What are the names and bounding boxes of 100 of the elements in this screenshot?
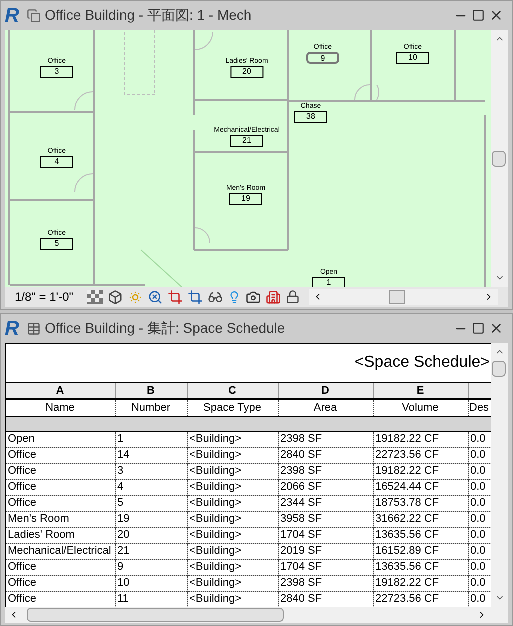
table-cell: 9 [115,559,187,575]
table-cell: 21 [115,543,187,559]
scroll-thumb[interactable] [492,361,506,377]
horizontal-scrollbar[interactable] [308,289,498,305]
table-cell: <Building> [187,575,278,591]
table-cell: 4 [115,479,187,495]
table-cell: Ladies' Room [6,527,115,543]
room-number-tag[interactable]: 5 [40,238,74,250]
column-header[interactable]: Area [278,399,373,416]
table-cell: Office [6,575,115,591]
room-number-tag[interactable]: 4 [40,156,74,168]
room-number-tag[interactable]: 38 [294,111,328,123]
room-number-tag[interactable]: 1 [312,277,346,287]
room-number-tag[interactable]: 21 [230,135,264,147]
table-cell: 5 [115,495,187,511]
table-cell: Mechanical/Electrical [6,543,115,559]
horizontal-scrollbar[interactable] [5,607,508,623]
table-cell: 3958 SF [278,511,373,527]
crop-icon[interactable] [168,290,183,304]
table-cell: 3 [115,463,187,479]
building-icon[interactable] [266,290,281,304]
column-letter[interactable]: B [115,383,187,399]
close-icon[interactable] [489,321,504,336]
column-header[interactable]: Space Type [187,399,278,416]
table-cell: 1704 SF [278,559,373,575]
table-cell: 1 [115,431,187,447]
table-cell: Office [6,559,115,575]
table-cell: <Building> [187,495,278,511]
scale-label[interactable]: 1/8" = 1'-0" [15,288,74,306]
table-cell: Office [6,495,115,511]
table-cell: 13635.56 CF [373,527,468,543]
cube-icon[interactable] [108,290,123,304]
checkerboard-icon[interactable] [86,290,103,304]
view-icon [27,8,41,22]
table-cell: Office [6,447,115,463]
table-cell: Office [6,479,115,495]
table-cell: <Building> [187,447,278,463]
maximize-icon[interactable] [472,9,485,22]
table-cell: 19 [115,511,187,527]
column-letter[interactable]: C [187,383,278,399]
camera-icon[interactable] [246,290,261,304]
lock-icon[interactable] [286,290,300,304]
lightbulb-icon[interactable] [228,290,241,304]
schedule-title: <Space Schedule> [354,353,490,373]
table-cell: 19182.22 CF [373,431,468,447]
table-cell: 22723.56 CF [373,447,468,463]
vertical-scrollbar[interactable] [491,30,508,287]
table-cell: <Building> [187,463,278,479]
app-logo: R [5,318,20,338]
table-cell: 2398 SF [278,431,373,447]
table-cell: 14 [115,447,187,463]
table-cell: 2344 SF [278,495,373,511]
room-number-tag[interactable]: 10 [396,52,430,64]
table-cell: <Building> [187,511,278,527]
table-cell: 19182.22 CF [373,575,468,591]
table-icon [27,322,41,336]
table-cell: 16524.44 CF [373,479,468,495]
room-number-tag[interactable]: 9 [306,52,340,64]
scroll-thumb[interactable] [388,290,405,304]
scroll-thumb[interactable] [27,608,284,622]
crop-icon[interactable] [188,290,203,304]
table-cell: 10 [115,575,187,591]
table-cell: <Building> [187,559,278,575]
glasses-icon[interactable] [208,290,223,304]
column-letter[interactable]: A [6,383,115,399]
table-cell: <Building> [187,527,278,543]
table-cell: 2066 SF [278,479,373,495]
table-cell: Open [6,431,115,447]
column-letter[interactable]: E [373,383,468,399]
table-cell: 1704 SF [278,527,373,543]
table-cell: <Building> [187,431,278,447]
table-cell: <Building> [187,479,278,495]
table-cell: 18753.78 CF [373,495,468,511]
column-header[interactable]: Volume [373,399,468,416]
table-cell: 31662.22 CF [373,511,468,527]
vertical-scrollbar[interactable] [491,343,508,607]
table-cell: 2019 SF [278,543,373,559]
table-cell: 19182.22 CF [373,463,468,479]
room-number-tag[interactable]: 19 [230,193,262,205]
column-letter[interactable]: D [278,383,373,399]
scroll-thumb[interactable] [492,151,506,167]
table-cell: Office [6,463,115,479]
maximize-icon[interactable] [472,322,485,335]
close-icon[interactable] [489,8,504,23]
table-cell: 13635.56 CF [373,559,468,575]
table-cell: 16152.89 CF [373,543,468,559]
magnifier-icon[interactable] [148,290,163,304]
table-cell: 20 [115,527,187,543]
table-cell: 2398 SF [278,575,373,591]
room-number-tag[interactable]: 3 [40,66,74,78]
table-cell: Men's Room [6,511,115,527]
table-cell: <Building> [187,543,278,559]
column-header[interactable]: Number [115,399,187,416]
table-cell: 2840 SF [278,447,373,463]
app-logo: R [5,6,20,26]
window-title: Office Building - 集計: Space Schedule [45,319,286,338]
room-number-tag[interactable]: 20 [230,66,264,78]
table-cell: 2398 SF [278,463,373,479]
column-header[interactable]: Name [6,399,115,416]
window-title: Office Building - 平面図: 1 - Mech [45,6,252,25]
